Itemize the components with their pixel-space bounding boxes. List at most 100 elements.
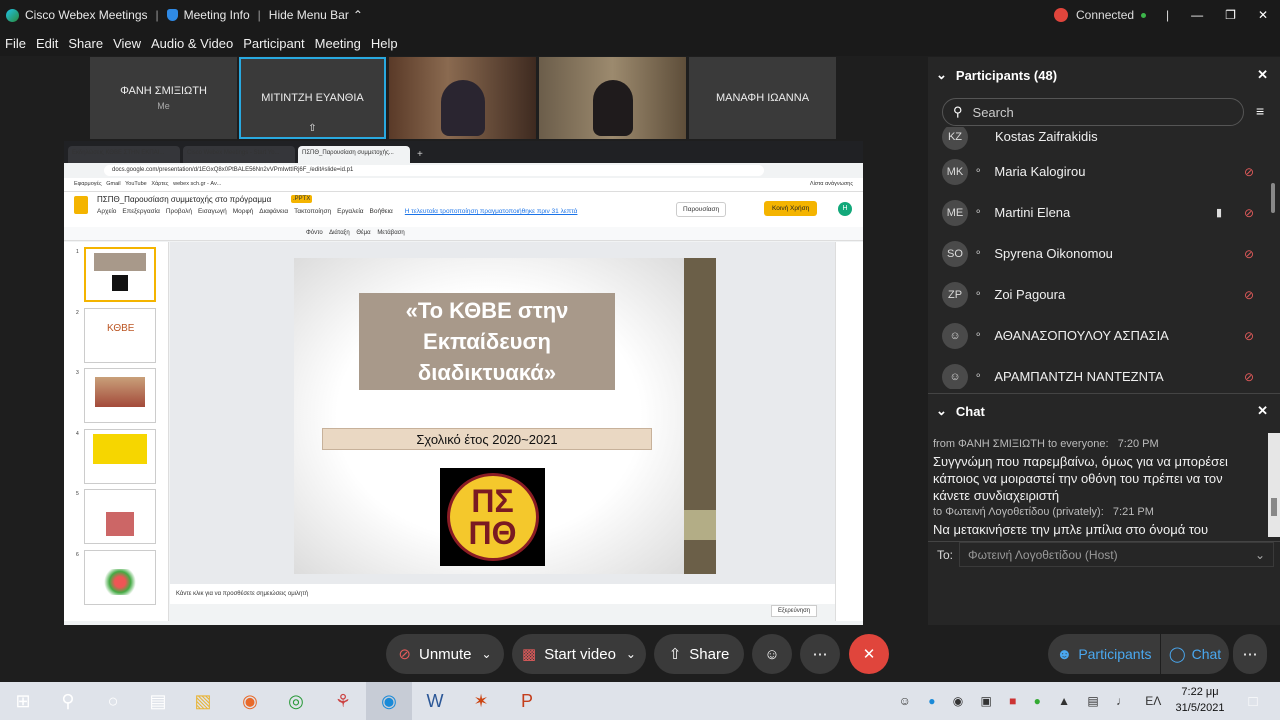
share-doc-button[interactable]: Κοινή Χρήση (764, 201, 818, 216)
video-tile-self[interactable]: ΦΑΝΗ ΣΜΙΞΙΩΤΗ Me (90, 57, 237, 139)
search-icon[interactable]: ⚲ (45, 682, 91, 720)
shared-screen[interactable]: Εκδηλώσεις ΚΘΒΕ ΣΤΗΝ ΕΚΠΑΙ... Cisco Webe… (64, 141, 863, 625)
windows-start-icon[interactable]: ⊞ (0, 682, 46, 720)
sort-list-icon[interactable]: ≡ (1256, 103, 1264, 119)
participants-panel-button[interactable]: ☻ Participants (1048, 634, 1160, 674)
meeting-info-button[interactable]: Meeting Info (161, 0, 256, 30)
close-window-icon[interactable]: ✕ (1258, 8, 1268, 22)
tray-icon[interactable]: ● (1034, 694, 1041, 708)
close-panel-icon[interactable]: ✕ (1257, 67, 1268, 83)
menu-participant[interactable]: Participant (238, 36, 309, 51)
powerpoint-icon[interactable]: P (504, 682, 550, 720)
bookmark[interactable]: Εφαρμογές (74, 181, 102, 187)
tray-icon[interactable]: ☺ (899, 694, 911, 708)
doc-menu-item[interactable]: Προβολή (166, 208, 192, 215)
paint-icon[interactable]: ⚘ (320, 682, 366, 720)
layout-button[interactable]: Διάταξη (329, 230, 350, 236)
tray-icon[interactable]: ● (928, 694, 935, 708)
cortana-icon[interactable]: ○ (90, 682, 136, 720)
participants-scrollbar[interactable] (1271, 183, 1275, 213)
browser-tab-active[interactable]: ΠΣΠΘ_Παρουσίαση συμμετοχής... (298, 146, 410, 163)
slide-thumbnail[interactable] (84, 550, 156, 605)
menu-file[interactable]: File (0, 36, 31, 51)
browser-tab[interactable]: Cisco Webex Meetings - Start Yo... (183, 146, 295, 163)
video-tile-active-speaker[interactable]: ΜΙΤΙΝΤΖΗ ΕΥΑΝΘΙΑ ⇧ (239, 57, 386, 139)
menu-view[interactable]: View (108, 36, 146, 51)
doc-menu-item[interactable]: Μορφή (233, 208, 254, 215)
speaker-notes[interactable]: Κάντε κλικ για να προσθέσετε σημειώσεις … (170, 584, 835, 604)
reactions-button[interactable]: ☺ (752, 634, 792, 674)
menu-share[interactable]: Share (63, 36, 108, 51)
tray-icon[interactable]: ▲ (1058, 694, 1070, 708)
notifications-icon[interactable]: □ (1230, 682, 1276, 720)
participant-row[interactable]: ☺ ⚬ ΑΘΑΝΑΣΟΠΟΥΛΟΥ ΑΣΠΑΣΙΑ ⊘ (928, 315, 1266, 356)
participant-search[interactable]: ⚲ Search (942, 98, 1244, 126)
restore-icon[interactable]: ❐ (1225, 8, 1236, 22)
volume-icon[interactable]: ♩ (1116, 694, 1128, 708)
more-options-button[interactable]: ⋯ (800, 634, 840, 674)
transition-button[interactable]: Μετάβαση (377, 230, 404, 236)
hide-menu-bar-button[interactable]: Hide Menu Bar ⌃ (263, 0, 369, 30)
url-field[interactable]: docs.google.com/presentation/d/1EGxQ8x0P… (104, 165, 764, 176)
chrome-icon[interactable]: ◎ (273, 682, 319, 720)
slide-thumbnail[interactable] (84, 368, 156, 423)
tray-icon[interactable]: ■ (1009, 694, 1016, 708)
chat-panel-button[interactable]: ◯ Chat (1161, 634, 1229, 674)
present-button[interactable]: Παρουσίαση (676, 202, 727, 217)
account-avatar[interactable]: H (838, 202, 852, 216)
video-tile-camera-2[interactable] (539, 57, 686, 139)
unmute-button[interactable]: ⊘ Unmute ⌄ (386, 634, 504, 674)
bookmark[interactable]: Gmail (106, 181, 120, 187)
participant-row[interactable]: MK ⚬ Maria Kalogirou ⊘ (928, 151, 1266, 192)
bookmark[interactable]: YouTube (125, 181, 147, 187)
doc-menu-item[interactable]: Εργαλεία (337, 208, 363, 215)
last-edit-link[interactable]: Η τελευταία τροποποίηση πραγματοποιήθηκε… (405, 208, 578, 215)
share-button[interactable]: ⇧ Share (654, 634, 744, 674)
tray-icon[interactable]: ◉ (953, 694, 963, 708)
participant-row[interactable]: ☺ ⚬ ΑΡΑΜΠΑΝΤΖΗ ΝΑΝΤΕΖΝΤΑ ⊘ (928, 356, 1266, 389)
menu-edit[interactable]: Edit (31, 36, 63, 51)
doc-menu-item[interactable]: Αρχείο (97, 208, 116, 215)
doc-menu-item[interactable]: Εισαγωγή (198, 208, 227, 215)
bookmark[interactable]: webex sch.gr - Αν... (173, 181, 221, 187)
word-icon[interactable]: W (412, 682, 458, 720)
slide-thumbnail[interactable] (84, 489, 156, 544)
doc-title[interactable]: ΠΣΠΘ_Παρουσίαση συμμετοχής στο πρόγραμμα (97, 195, 271, 204)
file-explorer-icon[interactable]: ▧ (180, 682, 226, 720)
panel-more-button[interactable]: ⋯ (1233, 634, 1267, 674)
network-icon[interactable]: ▤ (1087, 694, 1098, 708)
taskbar-clock[interactable]: 7:22 μμ 31/5/2021 (1170, 684, 1230, 718)
task-view-icon[interactable]: ▤ (135, 682, 181, 720)
participant-row[interactable]: ME ⚬ Martini Elena ▮ ⊘ (928, 192, 1266, 233)
doc-menu-item[interactable]: Βοήθεια (370, 208, 393, 215)
slide-thumbnail[interactable] (84, 429, 156, 484)
tray-icon[interactable]: ▣ (980, 694, 991, 708)
video-tile-participant[interactable]: ΜΑΝΑΦΗ ΙΩΑΝΝΑ (689, 57, 836, 139)
participants-header[interactable]: ⌄ Participants (48) ✕ (928, 65, 1280, 85)
menu-meeting[interactable]: Meeting (310, 36, 366, 51)
minimize-icon[interactable]: — (1191, 8, 1203, 22)
chat-scrollbar[interactable] (1268, 433, 1280, 537)
doc-menu-item[interactable]: Επεξεργασία (122, 208, 159, 215)
slide-thumbnail[interactable]: ΚΘΒΕ (84, 308, 156, 363)
participant-row[interactable]: ZP ⚬ Zoi Pagoura ⊘ (928, 274, 1266, 315)
current-slide[interactable]: «Το ΚΘΒΕ στην Εκπαίδευση διαδικτυακά» Σχ… (294, 258, 716, 574)
webex-taskbar-icon[interactable]: ◉ (366, 682, 412, 720)
new-tab-icon[interactable]: + (417, 149, 423, 160)
acrobat-icon[interactable]: ✶ (458, 682, 504, 720)
video-tile-camera-1[interactable] (389, 57, 536, 139)
leave-meeting-button[interactable]: ✕ (849, 634, 889, 674)
doc-menu-item[interactable]: Διαφάνεια (259, 208, 288, 215)
participant-row[interactable]: SO ⚬ Spyrena Oikonomou ⊘ (928, 233, 1266, 274)
firefox-icon[interactable]: ◉ (227, 682, 273, 720)
doc-menu-item[interactable]: Τακτοποίηση (294, 208, 331, 215)
reading-list[interactable]: Λίστα ανάγνωσης (810, 181, 853, 187)
start-video-button[interactable]: ▩ Start video ⌄ (512, 634, 646, 674)
slide-thumbnail[interactable] (84, 247, 156, 302)
menu-help[interactable]: Help (366, 36, 403, 51)
chat-recipient-select[interactable]: Φωτεινή Λογοθετίδου (Host) ⌄ (959, 542, 1274, 567)
bookmark[interactable]: Χάρτες (151, 181, 168, 187)
menu-audio-video[interactable]: Audio & Video (146, 36, 238, 51)
browser-tab[interactable]: Εκδηλώσεις ΚΘΒΕ ΣΤΗΝ ΕΚΠΑΙ... (68, 146, 180, 163)
background-button[interactable]: Φόντο (306, 230, 323, 236)
